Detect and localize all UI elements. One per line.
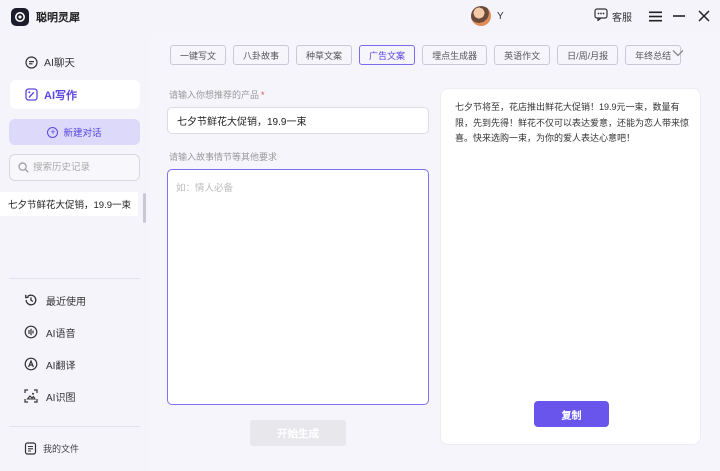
sidebar-divider — [9, 278, 140, 279]
close-button[interactable] — [696, 8, 712, 24]
story-field-label: 请输入故事情节等其他要求 — [169, 152, 278, 162]
sidebar-item-label: 我的文件 — [43, 444, 80, 454]
main-panel: 一键写文 八卦故事 种草文案 广告文案 埋点生成器 英语作文 日/周/月报 年终… — [148, 33, 720, 471]
search-icon — [18, 162, 29, 173]
sidebar: AI聊天 AI写作 + 新建对话 七夕节鲜花大促销，19.9一束 最近使用 — [0, 33, 148, 471]
product-label-text: 请输入你想推荐的产品 — [169, 90, 260, 100]
sidebar-divider — [9, 426, 140, 427]
sidebar-item-label: AI写作 — [44, 89, 77, 102]
tab-periodic-report[interactable]: 日/周/月报 — [557, 45, 619, 65]
sidebar-item-label: 最近使用 — [46, 296, 86, 308]
tab-english-essay[interactable]: 英语作文 — [494, 45, 551, 65]
file-icon — [24, 442, 37, 455]
sidebar-item-ai-chat[interactable]: AI聊天 — [10, 48, 140, 77]
customer-service-button[interactable]: 客服 — [594, 8, 632, 24]
product-field-label: 请输入你想推荐的产品 * — [169, 88, 265, 101]
chevron-down-icon — [672, 50, 684, 57]
sidebar-item-label: AI翻译 — [46, 360, 76, 372]
generated-output-text: 七夕节将至，花店推出鲜花大促销！19.9元一束，数量有限，先到先得！鲜花不仅可以… — [455, 102, 690, 143]
title-bar: 聪明灵犀 Y 客服 — [0, 0, 720, 33]
app-name: 聪明灵犀 — [36, 11, 80, 24]
generate-button[interactable]: 开始生成 — [250, 420, 346, 446]
sidebar-item-label: AI语音 — [46, 328, 76, 340]
history-search-input[interactable] — [33, 162, 133, 173]
sidebar-item-label: AI识图 — [46, 392, 76, 404]
sidebar-item-ai-voice[interactable]: AI语音 — [24, 323, 75, 341]
history-icon — [24, 294, 37, 306]
user-name: Y — [497, 10, 504, 22]
history-search[interactable] — [9, 154, 140, 181]
sidebar-item-recent[interactable]: 最近使用 — [24, 291, 86, 309]
product-input[interactable] — [167, 107, 429, 134]
app-logo-icon — [11, 7, 29, 26]
customer-service-label: 客服 — [612, 12, 632, 24]
minimize-button[interactable] — [671, 8, 687, 24]
user-profile[interactable]: Y — [471, 6, 504, 26]
customer-service-icon — [594, 8, 608, 24]
app-brand: 聪明灵犀 — [11, 7, 80, 26]
sidebar-item-ai-write[interactable]: AI写作 — [10, 80, 140, 109]
close-icon — [698, 10, 710, 22]
sidebar-item-ai-translate[interactable]: AI翻译 — [24, 355, 75, 373]
chat-bubble-icon — [25, 56, 38, 69]
sidebar-item-my-files[interactable]: 我的文件 — [24, 442, 79, 455]
new-chat-label: 新建对话 — [63, 128, 102, 139]
required-mark: * — [261, 90, 265, 100]
image-recognition-icon — [24, 389, 38, 403]
menu-button[interactable] — [647, 8, 663, 24]
write-icon — [25, 88, 38, 101]
copy-button[interactable]: 复制 — [534, 401, 609, 427]
history-scrollbar[interactable] — [143, 193, 146, 223]
plus-icon: + — [47, 126, 59, 138]
tab-seeding-copy[interactable]: 种草文案 — [296, 45, 353, 65]
sidebar-item-label: AI聊天 — [44, 57, 75, 69]
tab-gossip-story[interactable]: 八卦故事 — [233, 45, 290, 65]
minimize-icon — [673, 15, 685, 17]
story-requirements-textarea[interactable] — [167, 169, 429, 405]
writing-type-tabs: 一键写文 八卦故事 种草文案 广告文案 埋点生成器 英语作文 日/周/月报 年终… — [170, 45, 688, 65]
sidebar-item-ai-image-recognition[interactable]: AI识图 — [24, 387, 75, 405]
history-item[interactable]: 七夕节鲜花大促销，19.9一束 — [0, 192, 138, 216]
avatar[interactable] — [471, 6, 491, 26]
tab-tracking-generator[interactable]: 埋点生成器 — [422, 45, 488, 65]
history-item-label: 七夕节鲜花大促销，19.9一束 — [8, 200, 131, 211]
tabs-expand-button[interactable] — [672, 49, 684, 60]
tab-ad-copy[interactable]: 广告文案 — [359, 45, 416, 65]
tab-one-click-write[interactable]: 一键写文 — [170, 45, 227, 65]
new-chat-button[interactable]: + 新建对话 — [9, 119, 140, 145]
hamburger-menu-icon — [648, 11, 662, 21]
output-card: 七夕节将至，花店推出鲜花大促销！19.9元一束，数量有限，先到先得！鲜花不仅可以… — [440, 88, 701, 445]
translate-icon — [24, 357, 38, 371]
voice-icon — [24, 325, 38, 339]
